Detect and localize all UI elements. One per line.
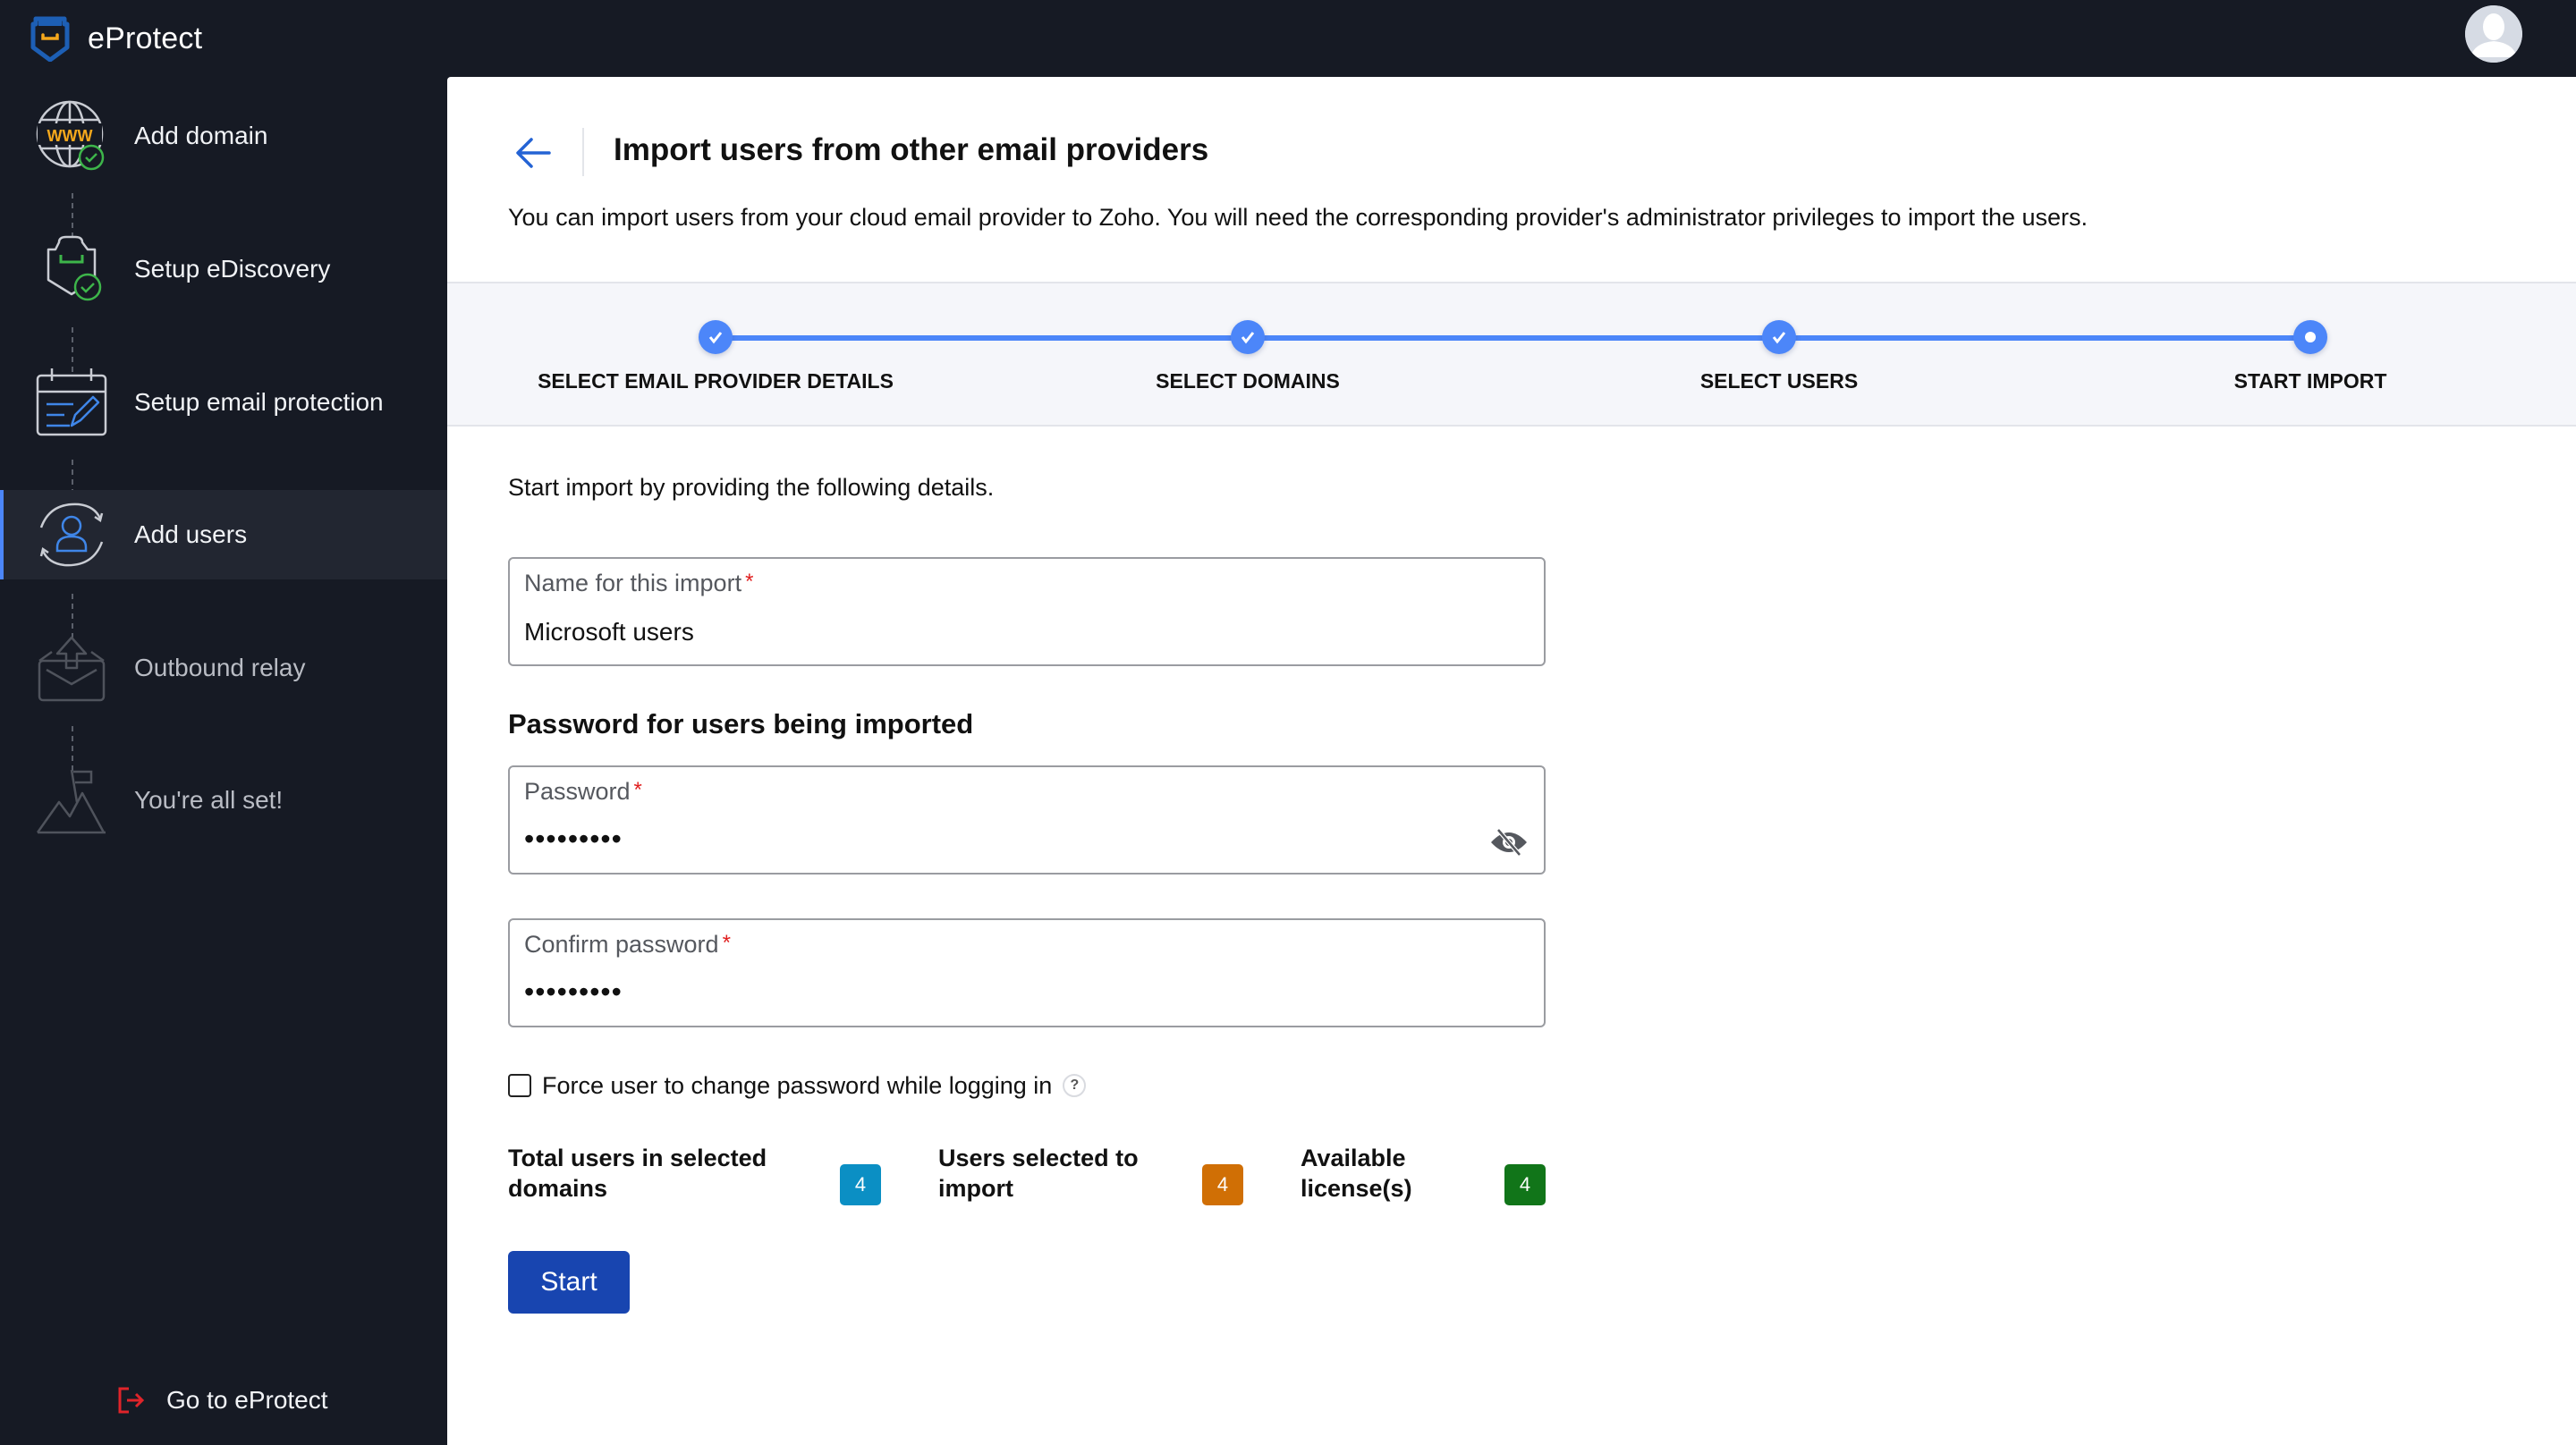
- step-1-done-indicator: [699, 320, 733, 354]
- required-marker: *: [633, 778, 642, 802]
- sidebar-item-all-set[interactable]: You're all set!: [0, 756, 447, 845]
- import-stepper: SELECT EMAIL PROVIDER DETAILS SELECT DOM…: [447, 282, 2576, 427]
- stat-label-line: license(s): [1301, 1175, 1412, 1202]
- step-label: SELECT EMAIL PROVIDER DETAILS: [538, 369, 894, 393]
- current-step-dot: [2305, 332, 2316, 342]
- confirm-password-label: Confirm password *: [524, 931, 731, 959]
- step-progress-line: [716, 335, 2324, 341]
- sidebar-item-setup-email-protection[interactable]: Setup email protection: [0, 358, 447, 447]
- toggle-password-visibility-button[interactable]: [1487, 824, 1531, 860]
- sidebar-item-label: Outbound relay: [134, 654, 306, 681]
- sidebar-item-setup-ediscovery[interactable]: Setup eDiscovery: [0, 224, 447, 314]
- password-label-text: Password: [524, 778, 631, 805]
- start-import-button[interactable]: Start: [508, 1251, 630, 1314]
- stat-available-licenses: Available license(s) 4: [1301, 1143, 1551, 1214]
- check-icon: [1241, 332, 1255, 344]
- password-field: Password *: [508, 765, 1546, 875]
- eye-off-icon: [1491, 828, 1527, 857]
- stat-label: Available license(s): [1301, 1143, 1412, 1204]
- page-title: Import users from other email providers: [614, 132, 1209, 167]
- form-intro: Start import by providing the following …: [508, 474, 995, 501]
- globe-www-check-icon: WWW: [34, 98, 109, 173]
- password-label: Password *: [524, 778, 642, 806]
- check-icon: [708, 332, 723, 344]
- help-icon[interactable]: ?: [1063, 1074, 1087, 1097]
- sidebar-item-add-users[interactable]: Add users: [0, 490, 447, 579]
- stat-label-line: Users selected to: [938, 1145, 1139, 1171]
- stat-total-users: Total users in selected domains 4: [508, 1143, 893, 1214]
- required-marker: *: [722, 931, 731, 955]
- step-2-done-indicator: [1231, 320, 1265, 354]
- step-4-current-indicator: [2293, 320, 2327, 354]
- main-panel: Import users from other email providers …: [447, 77, 2576, 1445]
- user-avatar-icon: [2465, 5, 2522, 63]
- force-password-change-label[interactable]: Force user to change password while logg…: [542, 1072, 1052, 1100]
- check-icon: [1772, 332, 1786, 344]
- force-password-change-row: Force user to change password while logg…: [508, 1068, 1087, 1103]
- svg-text:WWW: WWW: [47, 127, 93, 145]
- force-password-change-checkbox[interactable]: [508, 1074, 531, 1097]
- import-name-field: Name for this import *: [508, 557, 1546, 666]
- confirm-password-input[interactable]: [524, 976, 1472, 1009]
- mountain-flag-icon: [34, 763, 109, 838]
- arrow-left-icon: [516, 138, 551, 168]
- sidebar-item-label: Setup email protection: [134, 388, 384, 416]
- stat-count-badge: 4: [1504, 1164, 1546, 1205]
- archive-shield-check-icon: [34, 232, 109, 307]
- import-name-label-text: Name for this import: [524, 570, 742, 596]
- sidebar-item-label: Setup eDiscovery: [134, 255, 331, 283]
- stat-selected-users: Users selected to import 4: [938, 1143, 1296, 1214]
- sidebar-item-label: You're all set!: [134, 786, 284, 814]
- setup-sidebar: WWW Add domain Setup eDiscovery Setup em…: [0, 77, 447, 1445]
- required-marker: *: [745, 570, 754, 594]
- step-label: START IMPORT: [2233, 369, 2387, 393]
- user-avatar[interactable]: [2465, 5, 2522, 63]
- stat-label: Total users in selected domains: [508, 1143, 767, 1204]
- calendar-edit-icon: [34, 365, 109, 440]
- confirm-password-label-text: Confirm password: [524, 931, 719, 958]
- eprotect-logo-icon: [30, 16, 70, 62]
- import-name-input[interactable]: [524, 618, 1472, 646]
- app-name: eProtect: [88, 21, 203, 55]
- sidebar-item-label: Add domain: [134, 122, 268, 149]
- import-name-label: Name for this import *: [524, 570, 753, 597]
- stat-count-badge: 4: [1202, 1164, 1243, 1205]
- sidebar-item-add-domain[interactable]: WWW Add domain: [0, 91, 447, 181]
- sidebar-item-label: Add users: [134, 520, 248, 548]
- go-to-eprotect-label: Go to eProtect: [166, 1386, 328, 1414]
- sidebar-item-outbound-relay[interactable]: Outbound relay: [0, 623, 447, 713]
- step-3-done-indicator: [1762, 320, 1796, 354]
- step-label: SELECT DOMAINS: [1156, 369, 1340, 393]
- top-bar: eProtect: [0, 0, 2576, 77]
- go-to-eprotect-link[interactable]: Go to eProtect: [116, 1373, 328, 1427]
- user-sync-icon: [34, 497, 109, 572]
- exit-arrow-icon: [118, 1387, 145, 1414]
- back-button[interactable]: [508, 131, 558, 175]
- confirm-password-field: Confirm password *: [508, 918, 1546, 1027]
- brand[interactable]: eProtect: [30, 11, 202, 66]
- stat-label-line: domains: [508, 1175, 608, 1202]
- title-divider: [582, 128, 584, 176]
- page-description: You can import users from your cloud ema…: [508, 204, 2089, 231]
- stat-count-badge: 4: [840, 1164, 881, 1205]
- stat-label-line: import: [938, 1175, 1013, 1202]
- outbox-envelope-icon: [34, 630, 109, 706]
- stat-label-line: Available: [1301, 1145, 1406, 1171]
- password-section-heading: Password for users being imported: [508, 708, 974, 739]
- password-input[interactable]: [524, 823, 1472, 856]
- stat-label: Users selected to import: [938, 1143, 1139, 1204]
- step-label: SELECT USERS: [1699, 369, 1859, 393]
- stat-label-line: Total users in selected: [508, 1145, 767, 1171]
